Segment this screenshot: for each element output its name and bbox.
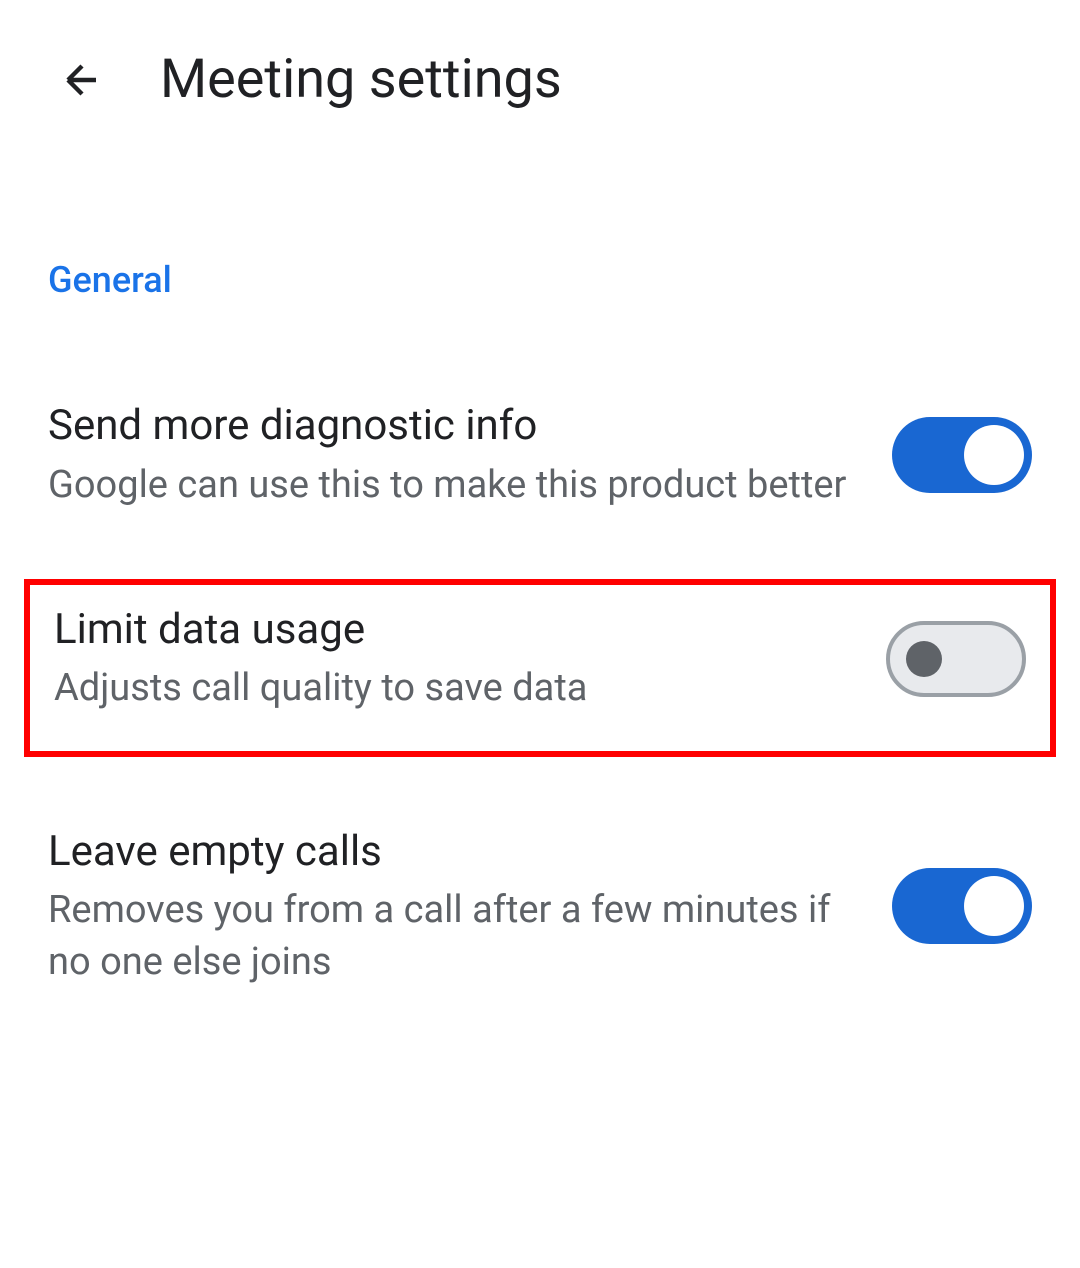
toggle-thumb <box>906 641 942 677</box>
setting-text: Send more diagnostic info Google can use… <box>48 399 892 511</box>
setting-leave-empty-calls[interactable]: Leave empty calls Removes you from a cal… <box>48 797 1032 1016</box>
toggle-thumb <box>964 425 1024 485</box>
header: Meeting settings <box>0 0 1080 111</box>
setting-title: Leave empty calls <box>48 825 852 880</box>
settings-content: General Send more diagnostic info Google… <box>0 259 1080 1016</box>
setting-limit-data-usage[interactable]: Limit data usage Adjusts call quality to… <box>54 603 1026 715</box>
toggle-leave-empty-calls[interactable] <box>892 868 1032 944</box>
setting-description: Google can use this to make this product… <box>48 460 852 511</box>
page-title: Meeting settings <box>160 48 562 111</box>
setting-description: Adjusts call quality to save data <box>54 663 846 714</box>
section-header-general: General <box>48 259 1032 301</box>
setting-description: Removes you from a call after a few minu… <box>48 885 852 988</box>
setting-diagnostic-info[interactable]: Send more diagnostic info Google can use… <box>48 371 1032 539</box>
toggle-limit-data-usage[interactable] <box>886 621 1026 697</box>
back-button[interactable] <box>58 56 106 104</box>
toggle-diagnostic-info[interactable] <box>892 417 1032 493</box>
toggle-thumb <box>964 876 1024 936</box>
back-arrow-icon <box>58 56 106 104</box>
setting-text: Limit data usage Adjusts call quality to… <box>54 603 886 715</box>
highlight-annotation: Limit data usage Adjusts call quality to… <box>24 579 1056 757</box>
setting-text: Leave empty calls Removes you from a cal… <box>48 825 892 988</box>
setting-title: Send more diagnostic info <box>48 399 852 454</box>
setting-title: Limit data usage <box>54 603 846 658</box>
